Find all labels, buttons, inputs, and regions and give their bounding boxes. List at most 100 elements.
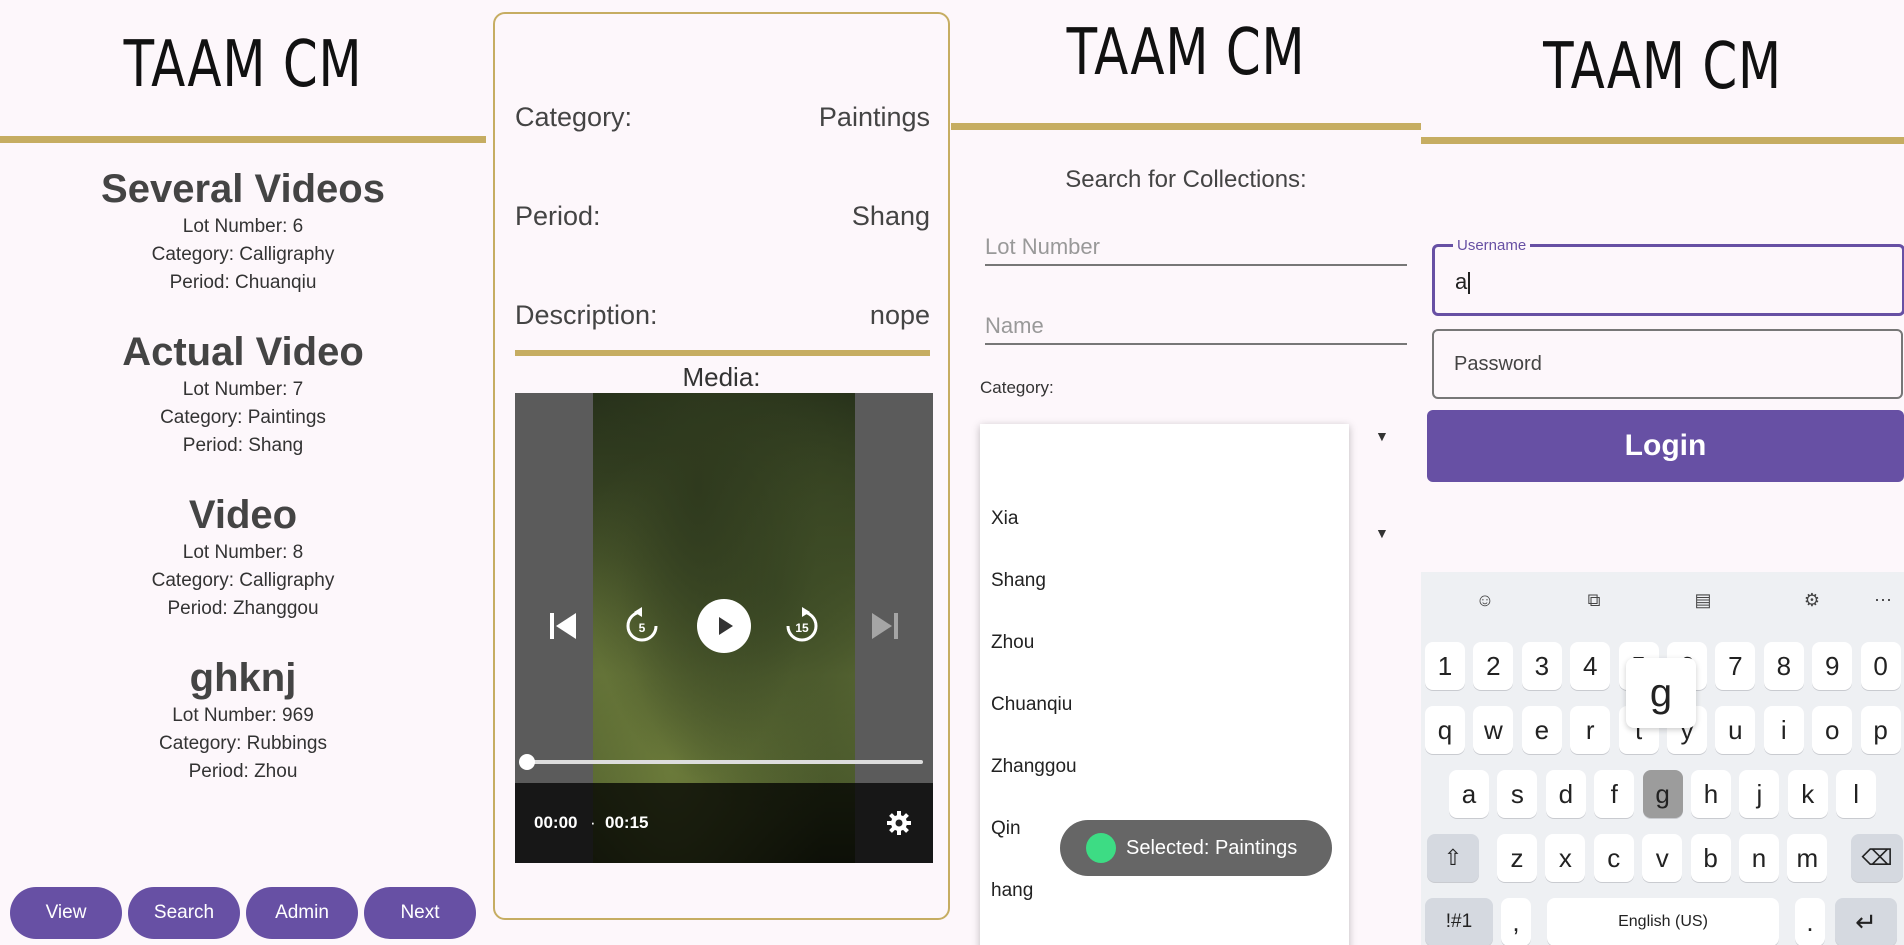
key-f[interactable]: f <box>1594 770 1635 818</box>
key-d[interactable]: d <box>1545 770 1586 818</box>
detail-card: Category: Paintings Period: Shang Descri… <box>493 12 950 920</box>
collection-category: Category: Paintings <box>160 407 326 428</box>
collection-name: Actual Video <box>122 330 364 374</box>
collection-item[interactable]: Actual Video Lot Number: 7 Category: Pai… <box>0 328 486 460</box>
emoji-icon[interactable]: ☺ <box>1469 584 1501 616</box>
key-e[interactable]: e <box>1521 706 1562 754</box>
key-9[interactable]: 9 <box>1812 642 1853 690</box>
space-key[interactable]: English (US) <box>1547 898 1779 945</box>
category-value: Paintings <box>818 102 930 132</box>
collection-lot: Lot Number: 969 <box>172 705 314 726</box>
shift-key-icon[interactable]: ⇧ <box>1427 834 1479 882</box>
key-l[interactable]: l <box>1836 770 1877 818</box>
dropdown-item[interactable]: Xia <box>991 508 1018 530</box>
key-p[interactable]: p <box>1860 706 1901 754</box>
keyboard-settings-icon[interactable]: ⚙ <box>1796 584 1828 616</box>
username-field[interactable]: Username a <box>1432 237 1904 316</box>
key-k[interactable]: k <box>1787 770 1828 818</box>
key-i[interactable]: i <box>1763 706 1804 754</box>
key-3[interactable]: 3 <box>1521 642 1562 690</box>
media-label: Media: <box>682 362 761 392</box>
dropdown-item[interactable]: Chuanqiu <box>991 694 1072 716</box>
period-dropdown-arrow-icon[interactable]: ▼ <box>1375 525 1389 541</box>
search-heading: Search for Collections: <box>1065 166 1307 193</box>
period-key[interactable]: . <box>1795 898 1825 945</box>
backspace-key-icon[interactable]: ⌫ <box>1851 834 1903 882</box>
more-icon[interactable]: ⋯ <box>1867 584 1899 616</box>
category-row: Category: Paintings <box>515 102 930 133</box>
collection-item[interactable]: Video Lot Number: 8 Category: Calligraph… <box>0 491 486 623</box>
category-dropdown-arrow-icon[interactable]: ▼ <box>1375 428 1389 444</box>
video-player[interactable]: 5 15 00:00 · 00:15 <box>515 393 933 863</box>
key-h[interactable]: h <box>1691 770 1731 818</box>
key-a[interactable]: a <box>1449 770 1489 818</box>
lot-number-input[interactable]: Lot Number <box>985 234 1407 266</box>
fast-forward-icon[interactable]: 15 <box>779 603 825 649</box>
password-field[interactable]: Password <box>1432 329 1903 399</box>
toast: Selected: Paintings <box>1060 820 1332 876</box>
period-row: Period: Shang <box>515 201 930 232</box>
seek-bar[interactable] <box>527 760 923 764</box>
bottom-nav: View Search Admin Next <box>10 887 476 939</box>
collection-item[interactable]: Several Videos Lot Number: 6 Category: C… <box>0 165 486 297</box>
settings-icon[interactable] <box>883 807 915 839</box>
key-v[interactable]: v <box>1642 834 1683 882</box>
key-u[interactable]: u <box>1715 706 1756 754</box>
key-w[interactable]: w <box>1473 706 1514 754</box>
collection-period: Period: Shang <box>182 435 304 456</box>
key-s[interactable]: s <box>1497 770 1538 818</box>
username-label: Username <box>1453 237 1531 254</box>
view-button[interactable]: View <box>10 887 122 939</box>
key-g[interactable]: g <box>1642 770 1683 818</box>
dropdown-item[interactable]: Qin <box>991 818 1021 840</box>
dropdown-item[interactable]: Zhanggou <box>991 756 1077 778</box>
key-2[interactable]: 2 <box>1473 642 1514 690</box>
dropdown-item[interactable]: Zhou <box>991 632 1034 654</box>
key-z[interactable]: z <box>1497 834 1537 882</box>
key-8[interactable]: 8 <box>1763 642 1804 690</box>
search-button[interactable]: Search <box>128 887 240 939</box>
symbols-key[interactable]: !#1 <box>1425 898 1493 945</box>
key-7[interactable]: 7 <box>1715 642 1756 690</box>
key-0[interactable]: 0 <box>1860 642 1901 690</box>
collection-item[interactable]: ghknj Lot Number: 969 Category: Rubbings… <box>0 654 486 786</box>
admin-button[interactable]: Admin <box>246 887 358 939</box>
collection-period: Period: Chuanqiu <box>169 272 317 293</box>
username-value: a <box>1455 269 1468 294</box>
dropdown-item[interactable]: hang <box>991 880 1033 902</box>
category-label: Category: <box>980 378 1054 397</box>
duration: 00:15 <box>605 813 649 832</box>
key-b[interactable]: b <box>1690 834 1731 882</box>
dropdown-item[interactable]: Shang <box>991 570 1046 592</box>
translate-icon[interactable]: ⧉ <box>1578 584 1610 616</box>
next-button[interactable]: Next <box>364 887 476 939</box>
time-separator: · <box>590 813 596 832</box>
username-value-wrap: a <box>1455 269 1471 295</box>
seek-thumb[interactable] <box>519 754 535 770</box>
play-icon[interactable] <box>697 599 751 653</box>
collection-name: Video <box>188 493 298 537</box>
login-button[interactable]: Login <box>1427 410 1904 482</box>
collection-lot: Lot Number: 6 <box>182 216 304 237</box>
comma-key[interactable]: , <box>1501 898 1531 945</box>
clipboard-icon[interactable]: ▤ <box>1687 584 1719 616</box>
key-j[interactable]: j <box>1739 770 1780 818</box>
app-title: TAAM CM <box>123 28 363 102</box>
skip-next-icon[interactable] <box>865 606 905 646</box>
enter-key-icon[interactable]: ↵ <box>1835 898 1897 945</box>
key-m[interactable]: m <box>1787 834 1828 882</box>
skip-previous-icon[interactable] <box>543 606 583 646</box>
key-n[interactable]: n <box>1739 834 1779 882</box>
text-cursor <box>1468 272 1471 295</box>
key-1[interactable]: 1 <box>1425 642 1465 690</box>
key-x[interactable]: x <box>1545 834 1586 882</box>
collection-category: Category: Calligraphy <box>151 244 335 265</box>
rewind-icon[interactable]: 5 <box>619 603 665 649</box>
key-r[interactable]: r <box>1570 706 1611 754</box>
key-c[interactable]: c <box>1593 834 1634 882</box>
name-input[interactable]: Name <box>985 313 1407 345</box>
key-4[interactable]: 4 <box>1570 642 1611 690</box>
key-q[interactable]: q <box>1425 706 1465 754</box>
key-o[interactable]: o <box>1812 706 1853 754</box>
collection-category: Category: Rubbings <box>159 733 327 754</box>
